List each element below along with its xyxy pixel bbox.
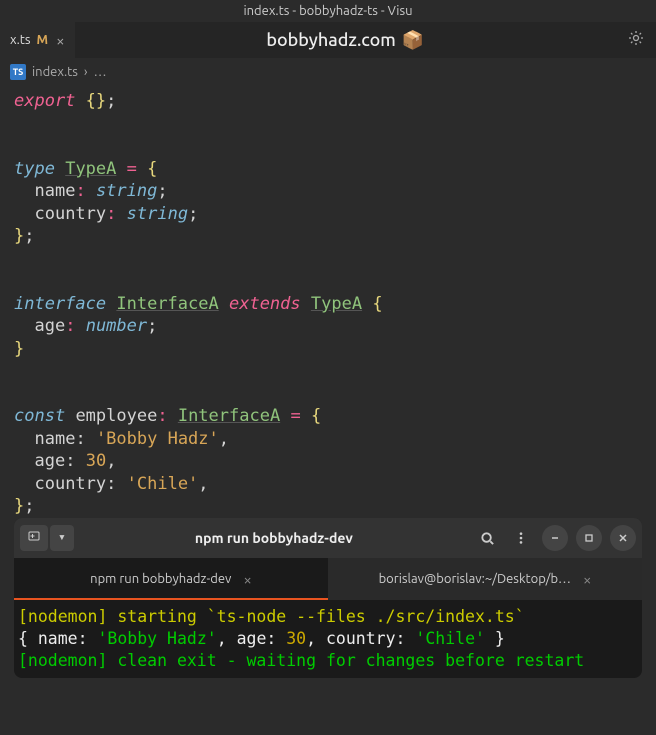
terminal-tab[interactable]: borislav@borislav:~/Desktop/b… × [328, 558, 642, 600]
new-tab-button[interactable] [20, 525, 48, 551]
search-icon[interactable] [474, 525, 500, 551]
menu-icon[interactable] [508, 525, 534, 551]
breadcrumb-more: … [94, 65, 107, 79]
close-icon[interactable]: × [583, 571, 591, 588]
terminal-output[interactable]: [nodemon] starting `ts-node --files ./sr… [14, 600, 642, 678]
site-name: bobbyhadz.com [266, 30, 396, 50]
dropdown-button[interactable]: ▾ [50, 525, 74, 551]
editor-tab[interactable]: x.ts M × [0, 22, 75, 58]
tab-bar: x.ts M × bobbyhadz.com 📦 [0, 22, 656, 58]
settings-icon[interactable] [616, 30, 656, 50]
close-button[interactable] [610, 525, 636, 551]
terminal-title: npm run bobbyhadz-dev [74, 530, 474, 546]
terminal-tab-label: npm run bobbyhadz-dev [90, 572, 231, 586]
breadcrumb[interactable]: TS index.ts › … [0, 58, 656, 86]
terminal-tabs: npm run bobbyhadz-dev × borislav@borisla… [14, 558, 642, 600]
terminal-tab-label: borislav@borislav:~/Desktop/b… [379, 572, 571, 586]
breadcrumb-file: index.ts [32, 65, 78, 79]
typescript-icon: TS [10, 64, 26, 80]
minimize-button[interactable] [542, 525, 568, 551]
tab-label: x.ts [10, 33, 31, 47]
tab-modified-indicator: M [37, 33, 49, 47]
close-icon[interactable]: × [56, 32, 64, 49]
page-title: bobbyhadz.com 📦 [75, 30, 616, 51]
terminal-window: ▾ npm run bobbyhadz-dev npm run bobbyhad… [14, 518, 642, 678]
maximize-button[interactable] [576, 525, 602, 551]
box-icon: 📦 [402, 30, 424, 51]
terminal-tab-active[interactable]: npm run bobbyhadz-dev × [14, 558, 328, 600]
close-icon[interactable]: × [243, 571, 251, 588]
terminal-titlebar: ▾ npm run bobbyhadz-dev [14, 518, 642, 558]
window-title: index.ts - bobbyhadz-ts - Visu [0, 0, 656, 22]
chevron-right-icon: › [84, 65, 88, 79]
code-editor[interactable]: export {}; type TypeA = { name: string; … [0, 86, 656, 567]
